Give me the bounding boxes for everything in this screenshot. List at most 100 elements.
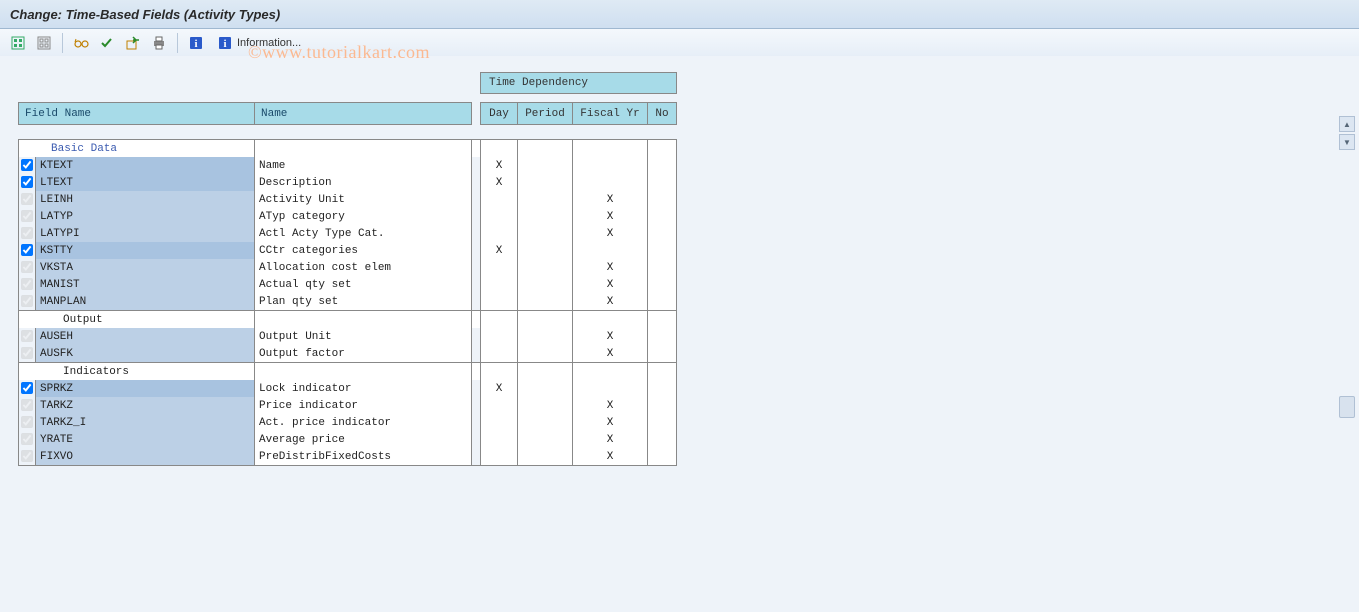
header-no: No	[648, 103, 677, 125]
period-cell	[518, 259, 573, 276]
fiscal-yr-cell	[573, 174, 648, 191]
table-row: KSTTYCCtr categoriesX	[19, 242, 677, 259]
no-cell	[648, 242, 677, 259]
day-cell: X	[481, 157, 518, 174]
fiscal-yr-cell: X	[573, 431, 648, 448]
name-cell: Allocation cost elem	[255, 259, 472, 276]
period-cell	[518, 448, 573, 466]
export-button[interactable]	[121, 31, 145, 55]
field-name-cell: VKSTA	[36, 259, 255, 276]
table-row: YRATEAverage priceX	[19, 431, 677, 448]
period-cell	[518, 191, 573, 208]
table-row: TARKZ_IAct. price indicator X	[19, 414, 677, 431]
field-name-cell: KTEXT	[36, 157, 255, 174]
glasses-pencil-icon	[73, 35, 89, 51]
row-checkbox[interactable]	[21, 244, 33, 256]
fiscal-yr-cell: X	[573, 276, 648, 293]
period-cell	[518, 414, 573, 431]
title-bar: Change: Time-Based Fields (Activity Type…	[0, 0, 1359, 29]
name-cell: Lock indicator	[255, 380, 472, 397]
name-cell: Description	[255, 174, 472, 191]
row-checkbox	[21, 227, 33, 239]
period-cell	[518, 276, 573, 293]
group-label: Output	[23, 314, 103, 326]
period-cell	[518, 397, 573, 414]
field-table: Time Dependency Field Name Name Day Peri…	[18, 72, 677, 466]
print-button[interactable]	[147, 31, 171, 55]
row-checkbox[interactable]	[21, 382, 33, 394]
no-cell	[648, 276, 677, 293]
period-cell	[518, 242, 573, 259]
fiscal-yr-cell: X	[573, 208, 648, 225]
fiscal-yr-cell: X	[573, 414, 648, 431]
field-name-cell: TARKZ_I	[36, 414, 255, 431]
name-cell: Actl Acty Type Cat.	[255, 225, 472, 242]
name-cell: Act. price indicator	[255, 414, 472, 431]
day-cell: X	[481, 174, 518, 191]
no-cell	[648, 448, 677, 466]
no-cell	[648, 414, 677, 431]
field-name-cell: MANPLAN	[36, 293, 255, 311]
no-cell	[648, 397, 677, 414]
no-cell	[648, 345, 677, 363]
check-arrow-icon	[99, 35, 115, 51]
fiscal-yr-cell: X	[573, 191, 648, 208]
no-cell	[648, 157, 677, 174]
header-field-name: Field Name	[19, 103, 255, 125]
day-cell	[481, 345, 518, 363]
toolbar-separator	[177, 33, 178, 53]
row-checkbox	[21, 433, 33, 445]
table-row: SPRKZLock indicatorX	[19, 380, 677, 397]
header-name: Name	[255, 103, 472, 125]
day-cell	[481, 259, 518, 276]
field-name-cell: FIXVO	[36, 448, 255, 466]
scroll-up-button[interactable]: ▲	[1339, 116, 1355, 132]
info-button-1[interactable]: i	[184, 31, 208, 55]
period-cell	[518, 431, 573, 448]
information-label: Information...	[237, 37, 301, 49]
page-title: Change: Time-Based Fields (Activity Type…	[10, 7, 280, 22]
name-cell: Plan qty set	[255, 293, 472, 311]
scroll-down-button[interactable]: ▼	[1339, 134, 1355, 150]
row-checkbox[interactable]	[21, 176, 33, 188]
no-cell	[648, 208, 677, 225]
table-row: VKSTAAllocation cost elemX	[19, 259, 677, 276]
day-cell	[481, 225, 518, 242]
group-row: Basic Data	[19, 140, 677, 158]
field-name-cell: LTEXT	[36, 174, 255, 191]
row-checkbox	[21, 450, 33, 462]
content-area: Time Dependency Field Name Name Day Peri…	[0, 56, 1359, 612]
name-cell: PreDistribFixedCosts	[255, 448, 472, 466]
grid-select-icon	[10, 35, 26, 51]
row-checkbox	[21, 330, 33, 342]
field-name-cell: LEINH	[36, 191, 255, 208]
day-cell	[481, 397, 518, 414]
day-cell	[481, 448, 518, 466]
period-cell	[518, 208, 573, 225]
table-row: FIXVOPreDistribFixedCostsX	[19, 448, 677, 466]
row-checkbox	[21, 416, 33, 428]
header-time-dependency: Time Dependency	[481, 73, 677, 94]
check-button[interactable]	[95, 31, 119, 55]
deselect-all-button[interactable]	[32, 31, 56, 55]
field-name-cell: LATYP	[36, 208, 255, 225]
row-checkbox[interactable]	[21, 159, 33, 171]
row-checkbox	[21, 193, 33, 205]
select-all-button[interactable]	[6, 31, 30, 55]
period-cell	[518, 157, 573, 174]
table-row: LATYPIActl Acty Type Cat.X	[19, 225, 677, 242]
day-cell	[481, 414, 518, 431]
svg-text:i: i	[223, 38, 226, 50]
no-cell	[648, 225, 677, 242]
table-row: MANISTActual qty setX	[19, 276, 677, 293]
row-checkbox	[21, 295, 33, 307]
day-cell	[481, 293, 518, 311]
fiscal-yr-cell	[573, 242, 648, 259]
svg-text:i: i	[194, 38, 197, 50]
information-button[interactable]: i Information...	[210, 31, 308, 55]
splitter-handle[interactable]	[1339, 396, 1355, 418]
field-name-cell: KSTTY	[36, 242, 255, 259]
display-change-button[interactable]	[69, 31, 93, 55]
info-icon: i	[217, 35, 233, 51]
header-day: Day	[481, 103, 518, 125]
